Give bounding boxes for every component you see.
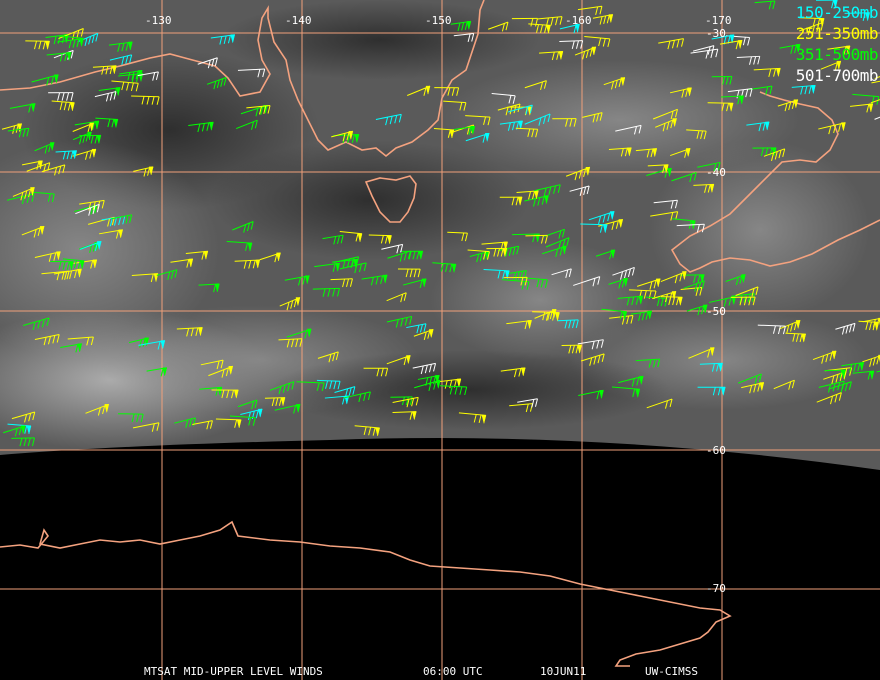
product-footer: MTSAT MID-UPPER LEVEL WINDS 06:00 UTC 10… <box>0 665 880 679</box>
lon-label: -140 <box>285 14 312 27</box>
lat-label: -40 <box>706 166 726 179</box>
legend-item-351-500mb: 351-500mb <box>795 45 879 64</box>
lat-label: -60 <box>706 444 726 457</box>
valid-date: 10JUN11 <box>540 665 587 678</box>
lon-label: -160 <box>565 14 592 27</box>
lon-label: -170 <box>705 14 732 27</box>
valid-time: 06:00 UTC <box>423 665 483 678</box>
satellite-wind-map: -130 -140 -150 -160 -170 -30 -40 -50 -60… <box>0 0 880 680</box>
lat-label: -70 <box>706 582 726 595</box>
lon-label: -150 <box>425 14 452 27</box>
product-name: MTSAT MID-UPPER LEVEL WINDS <box>144 665 323 678</box>
lon-label: -130 <box>145 14 172 27</box>
legend-item-150-250mb: 150-250mb <box>795 3 879 22</box>
pressure-level-legend: 150-250mb 251-350mb 351-500mb 501-700mb <box>795 2 879 86</box>
legend-item-501-700mb: 501-700mb <box>795 66 879 85</box>
legend-item-251-350mb: 251-350mb <box>795 24 879 43</box>
lat-label: -50 <box>706 305 726 318</box>
satellite-imagery <box>0 0 880 470</box>
antarctica-coastline <box>0 520 732 667</box>
map-canvas: -130 -140 -150 -160 -170 -30 -40 -50 -60… <box>0 0 880 680</box>
data-source: UW-CIMSS <box>645 665 698 678</box>
lat-label: -30 <box>706 27 726 40</box>
